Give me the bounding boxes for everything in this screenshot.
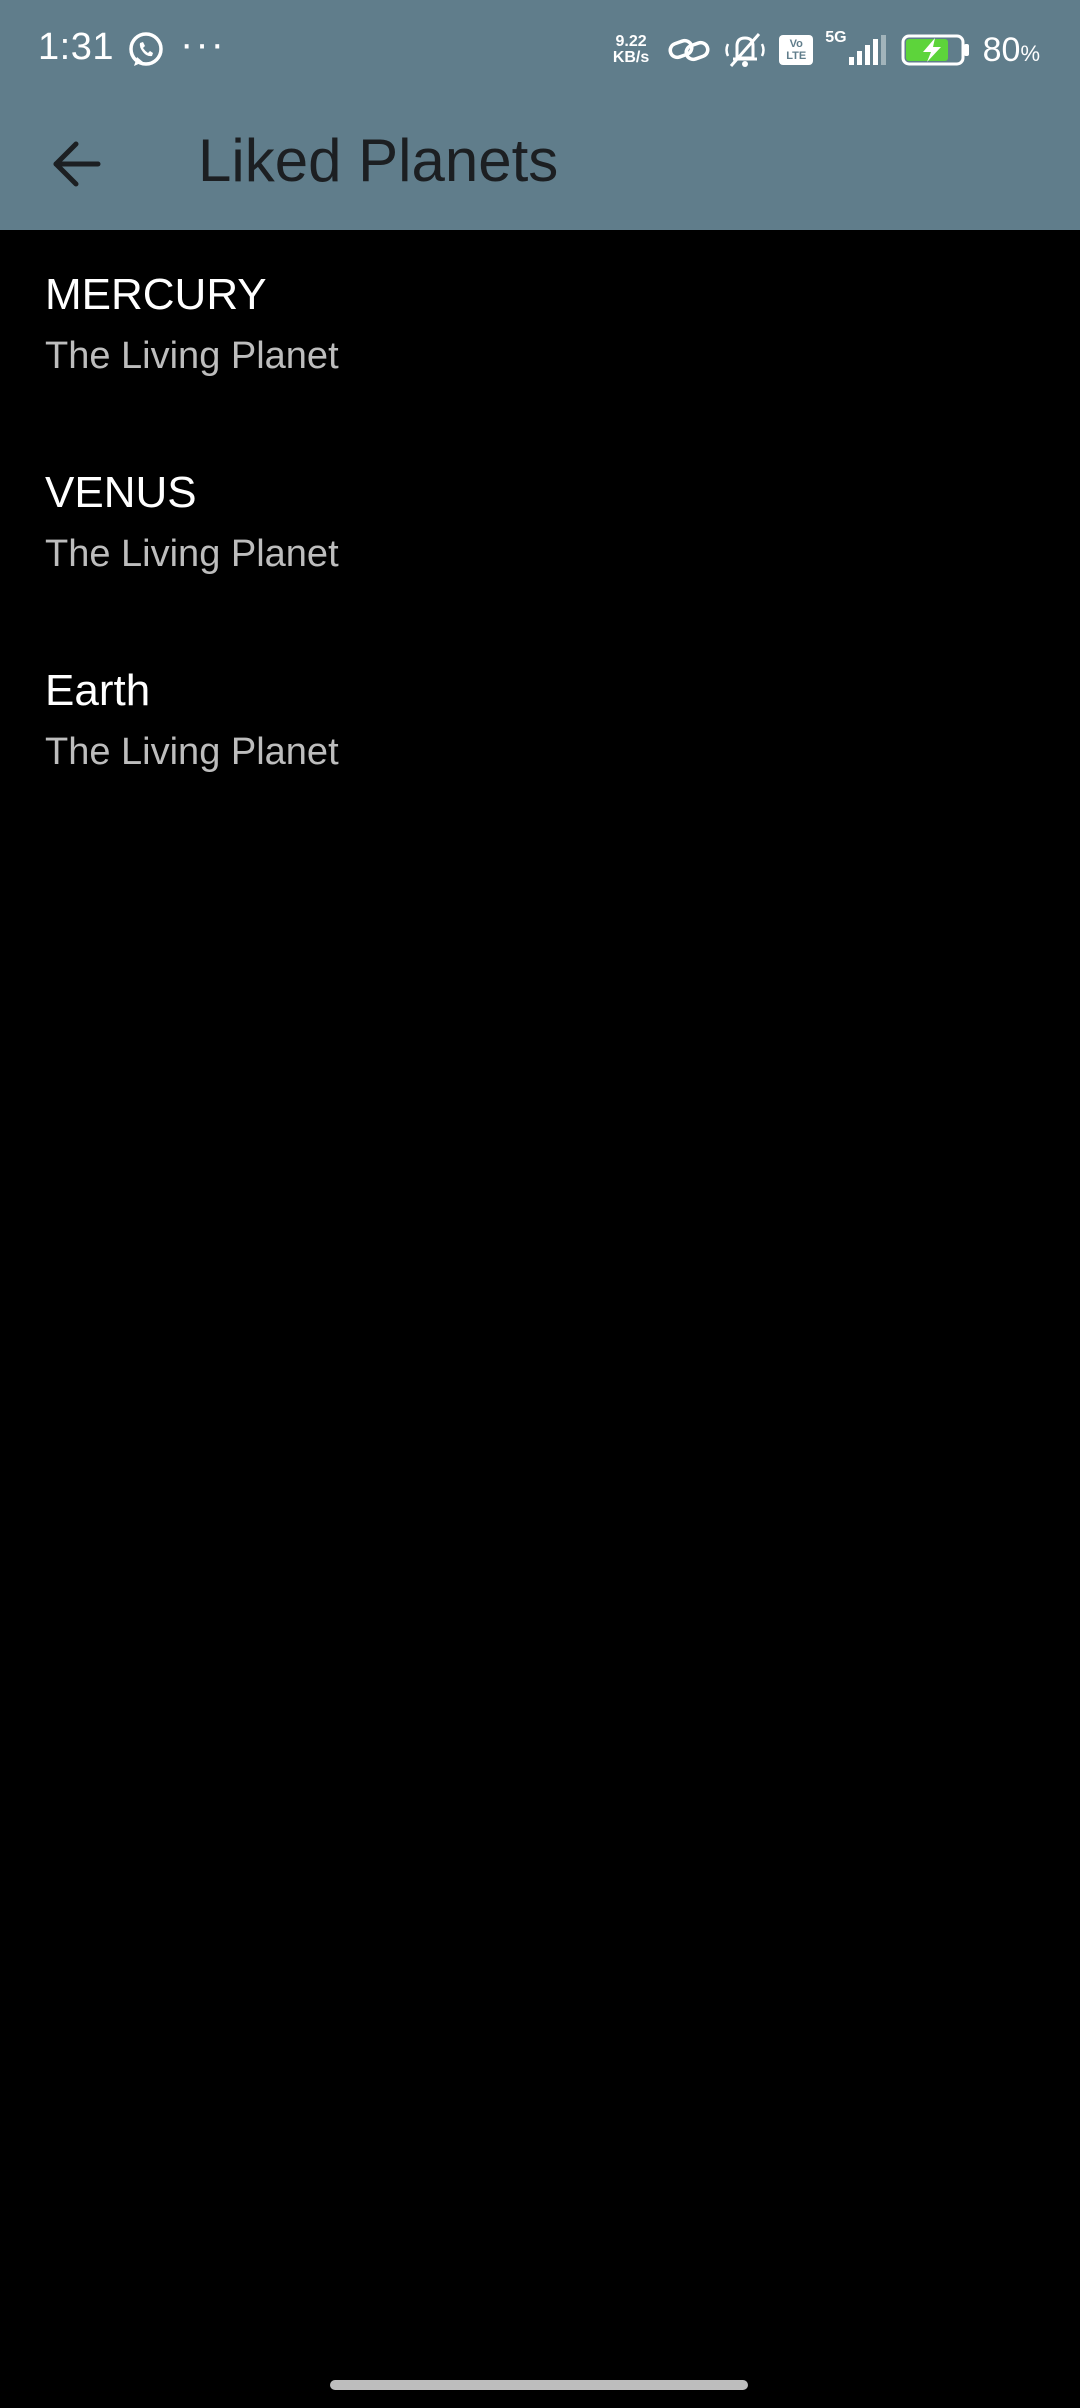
app-bar: Liked Planets	[0, 96, 1080, 230]
status-bar: 1:31 ··· 9.22 KB/s Vo LTE 5G 80%	[0, 0, 1080, 96]
network-speed-unit: KB/s	[612, 49, 650, 66]
battery-charging-icon	[901, 34, 969, 66]
list-item-mercury[interactable]: MERCURY The Living Planet	[0, 230, 1080, 428]
status-right-group: 9.22 KB/s Vo LTE 5G 80%	[613, 26, 1040, 74]
list-item-subtitle: The Living Planet	[45, 533, 339, 575]
list-item-earth[interactable]: Earth The Living Planet	[0, 626, 1080, 824]
battery-percent-unit: %	[1020, 40, 1040, 66]
more-icon: ···	[180, 22, 226, 66]
arrow-back-icon	[53, 141, 101, 187]
signal-icon	[848, 35, 886, 65]
battery-percent: 80%	[983, 31, 1040, 70]
list-item-title: MERCURY	[45, 270, 267, 319]
volte-top-label: Vo	[789, 38, 803, 50]
network-speed-value: 9.22	[615, 33, 647, 50]
list-item-title: VENUS	[45, 468, 197, 517]
home-indicator[interactable]	[330, 2380, 748, 2390]
list-item-subtitle: The Living Planet	[45, 731, 339, 773]
volte-bottom-label: LTE	[786, 50, 807, 62]
network-type-label: 5G	[825, 29, 847, 46]
page-title: Liked Planets	[198, 127, 559, 194]
status-time: 1:31	[38, 26, 114, 68]
back-button[interactable]	[36, 124, 116, 204]
whatsapp-icon	[129, 32, 163, 66]
liked-planets-list: MERCURY The Living Planet VENUS The Livi…	[0, 230, 1080, 824]
network-speed: 9.22 KB/s	[613, 34, 649, 66]
bell-off-icon	[725, 33, 766, 67]
list-item-title: Earth	[45, 666, 151, 715]
link-icon	[668, 38, 710, 62]
list-item-venus[interactable]: VENUS The Living Planet	[0, 428, 1080, 626]
volte-icon: Vo LTE	[779, 35, 814, 65]
list-item-subtitle: The Living Planet	[45, 335, 339, 377]
battery-percent-value: 80	[982, 30, 1021, 69]
